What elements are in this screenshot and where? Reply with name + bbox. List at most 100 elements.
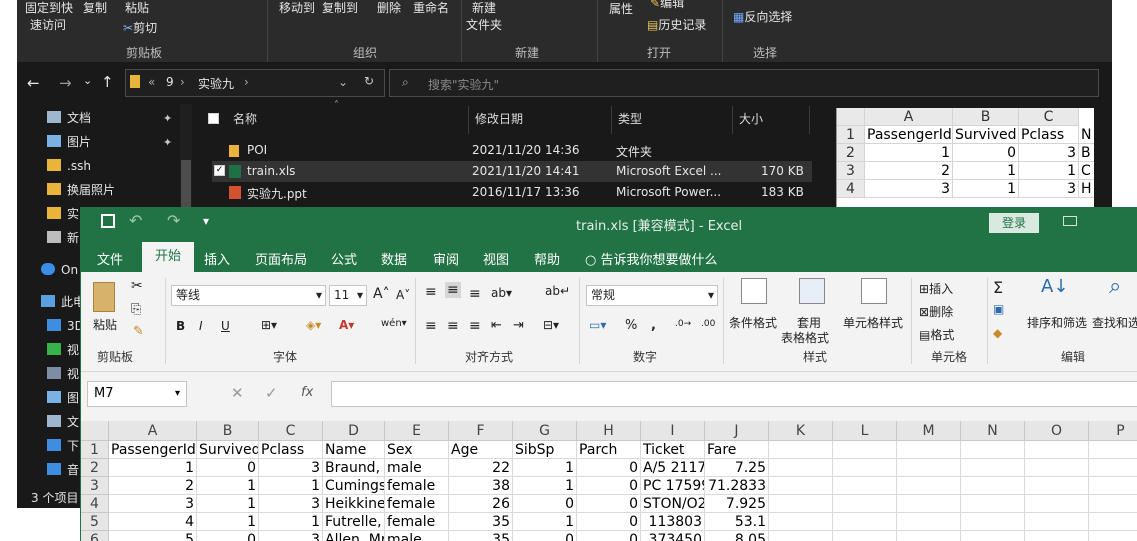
conditional-format-button[interactable]: 条件格式 — [729, 314, 777, 331]
tab-file[interactable]: 文件 — [97, 249, 123, 268]
cell[interactable]: 0 — [577, 477, 641, 495]
format-cells-button[interactable]: ▤格式 — [919, 326, 954, 343]
cell[interactable]: 35 — [449, 531, 513, 541]
cell[interactable] — [1025, 513, 1089, 531]
border-icon[interactable]: ⊞▾ — [261, 318, 277, 332]
tab-view[interactable]: 视图 — [483, 249, 509, 268]
cell[interactable] — [769, 495, 833, 513]
cell[interactable]: Pclass — [259, 441, 323, 459]
history-button[interactable]: ▤历史记录 — [647, 16, 706, 33]
delete-cells-button[interactable]: ⊠删除 — [919, 303, 953, 320]
tab-review[interactable]: 审阅 — [433, 249, 459, 268]
cell[interactable] — [769, 513, 833, 531]
cell[interactable] — [1089, 513, 1137, 531]
cell[interactable] — [1089, 441, 1137, 459]
column-header[interactable]: G — [513, 421, 577, 441]
align-left-icon[interactable]: ≡ — [425, 318, 437, 334]
up-arrow-icon[interactable]: ↑ — [101, 73, 114, 91]
address-dropdown-icon[interactable]: ⌄ — [338, 75, 348, 89]
column-header[interactable]: I — [641, 421, 705, 441]
align-top-icon[interactable]: ≡ — [425, 284, 437, 300]
cell[interactable] — [833, 441, 897, 459]
redo-icon[interactable]: ↷ — [167, 211, 180, 230]
column-header-type[interactable]: 类型 — [618, 110, 642, 127]
cell[interactable]: Ticket — [641, 441, 705, 459]
column-header[interactable]: O — [1025, 421, 1089, 441]
cell[interactable]: 113803 — [641, 513, 705, 531]
cell[interactable] — [1089, 495, 1137, 513]
sort-filter-icon[interactable]: A↓ — [1041, 276, 1068, 297]
font-name-select[interactable]: 等线 ▾ — [171, 285, 326, 306]
copy-to-button[interactable]: 复制到 — [322, 0, 358, 16]
cell[interactable] — [1025, 441, 1089, 459]
cell[interactable] — [1025, 531, 1089, 541]
cell[interactable]: 2 — [109, 477, 197, 495]
format-table-icon[interactable] — [799, 278, 825, 304]
row-header[interactable]: 3 — [81, 477, 109, 495]
cell[interactable]: female — [385, 477, 449, 495]
cell[interactable]: male — [385, 531, 449, 541]
undo-icon[interactable]: ↶ — [129, 211, 142, 230]
row-header[interactable]: 5 — [81, 513, 109, 531]
copy-button[interactable]: 复制 — [83, 0, 107, 16]
tell-me-box[interactable]: ○ 告诉我你想要做什么 — [585, 249, 718, 268]
nav-item-3d[interactable]: 3D — [47, 315, 84, 337]
tab-formulas[interactable]: 公式 — [331, 249, 357, 268]
column-header[interactable]: H — [577, 421, 641, 441]
fill-color-icon[interactable]: ◈▾ — [306, 318, 321, 332]
cell[interactable]: 22 — [449, 459, 513, 477]
cut-icon[interactable]: ✂ — [131, 278, 143, 294]
nav-item-videos[interactable]: 视 — [47, 363, 79, 385]
percent-icon[interactable]: % — [625, 318, 637, 333]
row-checkbox-checked[interactable]: ✓ — [214, 165, 225, 176]
row-header[interactable]: 4 — [81, 495, 109, 513]
cell[interactable]: Heikkinen — [323, 495, 385, 513]
cell[interactable]: 0 — [513, 531, 577, 541]
nav-item-photos[interactable]: 换届照片 — [47, 179, 115, 201]
cell[interactable] — [897, 531, 961, 541]
cell[interactable] — [897, 477, 961, 495]
cell[interactable]: 0 — [577, 495, 641, 513]
orientation-icon[interactable]: ab▾ — [491, 286, 512, 300]
cell[interactable] — [833, 495, 897, 513]
format-painter-icon[interactable]: ✎ — [133, 324, 144, 339]
column-header-date[interactable]: 修改日期 — [475, 110, 523, 127]
search-box[interactable]: ⌕ 搜索"实验九" — [389, 69, 1099, 97]
tab-data[interactable]: 数据 — [381, 249, 407, 268]
select-all-corner[interactable] — [81, 421, 109, 441]
cell[interactable]: 4 — [109, 513, 197, 531]
cell[interactable]: 8.05 — [705, 531, 769, 541]
merge-center-icon[interactable]: ⊟▾ — [543, 318, 559, 332]
cell[interactable]: Survived — [197, 441, 259, 459]
login-button[interactable]: 登录 — [989, 213, 1039, 233]
increase-decimal-icon[interactable]: .0→ — [675, 319, 691, 329]
cell[interactable]: 1 — [197, 513, 259, 531]
column-header[interactable]: J — [705, 421, 769, 441]
insert-cells-button[interactable]: ⊞插入 — [919, 280, 953, 297]
row-header[interactable]: 6 — [81, 531, 109, 541]
cell[interactable]: 1 — [513, 513, 577, 531]
file-row-poi[interactable]: POI 2021/11/20 14:36 文件夹 — [212, 140, 812, 161]
cell[interactable] — [1025, 495, 1089, 513]
cell[interactable]: 0 — [197, 459, 259, 477]
save-icon[interactable] — [101, 214, 115, 228]
recent-dropdown-icon[interactable]: ⌄ — [83, 74, 92, 87]
paste-button-label[interactable]: 粘贴 — [93, 316, 117, 333]
cell[interactable]: Fare — [705, 441, 769, 459]
paste-button[interactable]: 粘贴 — [125, 0, 149, 16]
cell[interactable] — [897, 459, 961, 477]
cell[interactable]: Futrelle, M — [323, 513, 385, 531]
font-size-select[interactable]: 11 ▾ — [329, 285, 367, 306]
cell[interactable] — [833, 513, 897, 531]
new-button[interactable]: 新建 — [472, 0, 496, 16]
column-header-size[interactable]: 大小 — [739, 110, 763, 127]
cell[interactable] — [769, 477, 833, 495]
increase-indent-icon[interactable]: ⇥ — [513, 318, 524, 333]
cell[interactable]: Cumings, — [323, 477, 385, 495]
conditional-format-icon[interactable] — [741, 278, 767, 304]
cell[interactable]: 0 — [577, 459, 641, 477]
align-bottom-icon[interactable]: ≡ — [469, 286, 481, 302]
breadcrumb-9[interactable]: 9 — [166, 75, 174, 89]
cell[interactable] — [897, 495, 961, 513]
decrease-font-icon[interactable]: A˅ — [396, 288, 410, 302]
